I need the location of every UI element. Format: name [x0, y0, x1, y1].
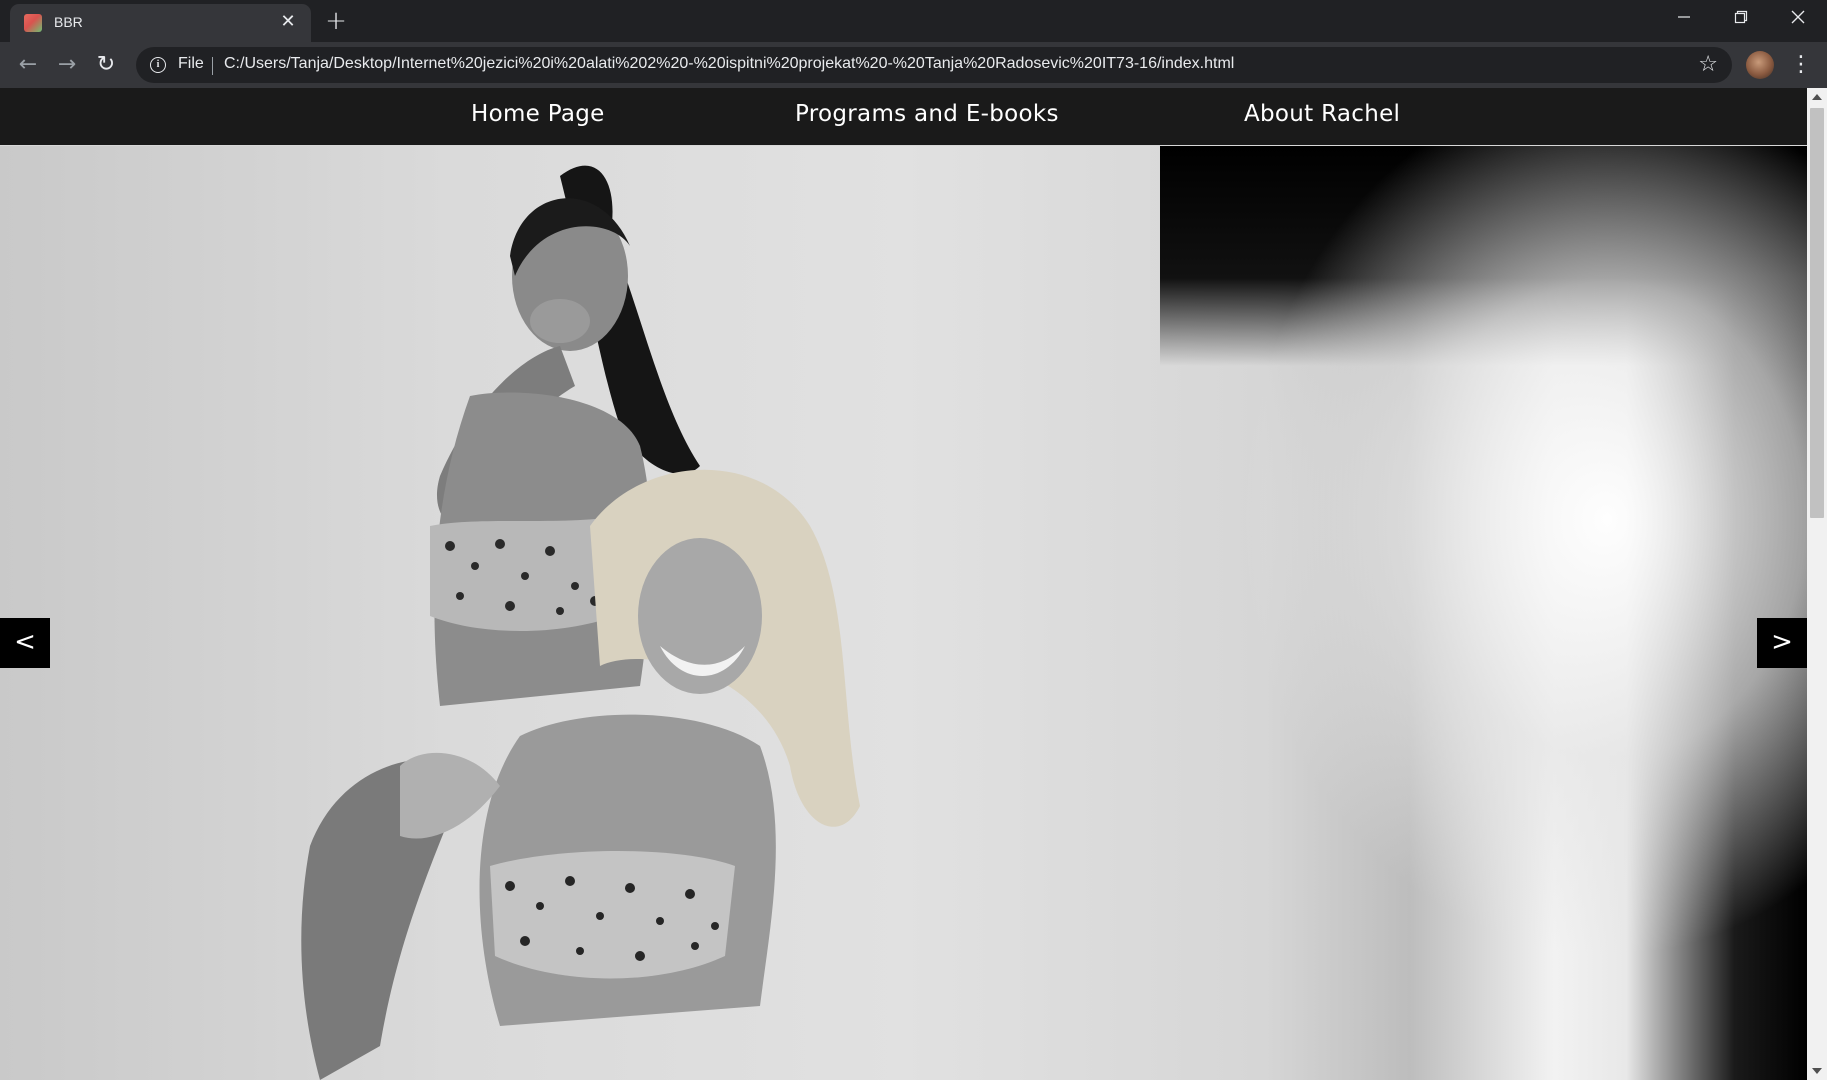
slider-next-button[interactable]: >: [1757, 618, 1807, 668]
scroll-down-arrow-icon[interactable]: [1812, 1068, 1822, 1074]
forward-icon[interactable]: →: [53, 51, 81, 79]
url-scheme: File: [178, 55, 204, 72]
browser-tabstrip: BBR ✕ +: [0, 0, 1827, 42]
hero-photo-figures: [301, 165, 860, 1080]
page-scrollbar[interactable]: [1807, 88, 1827, 1080]
menu-kebab-icon[interactable]: ⋮: [1790, 51, 1812, 79]
nav-about-rachel[interactable]: About Rachel: [1244, 101, 1400, 127]
bookmark-star-icon[interactable]: ☆: [1698, 52, 1718, 77]
back-icon[interactable]: ←: [14, 51, 42, 79]
new-tab-icon[interactable]: +: [322, 8, 350, 36]
slider-prev-button[interactable]: <: [0, 618, 50, 668]
minimize-icon[interactable]: [1656, 0, 1712, 40]
page-viewport: Home Page Programs and E-books About Rac…: [0, 88, 1807, 1080]
nav-programs-ebooks[interactable]: Programs and E-books: [795, 101, 1059, 127]
tab-title: BBR: [54, 14, 83, 30]
favicon-icon: [24, 14, 42, 32]
browser-toolbar: ← → ↻ i File C:/Users/Tanja/Desktop/Inte…: [0, 42, 1827, 88]
info-icon[interactable]: i: [150, 57, 166, 73]
nav-home-page[interactable]: Home Page: [471, 101, 605, 127]
address-bar[interactable]: i File C:/Users/Tanja/Desktop/Internet%2…: [136, 47, 1732, 83]
site-navbar: Home Page Programs and E-books About Rac…: [0, 88, 1807, 146]
browser-tab[interactable]: BBR ✕: [10, 4, 311, 42]
restore-icon[interactable]: [1713, 0, 1769, 40]
window-close-icon[interactable]: [1770, 0, 1826, 40]
reload-icon[interactable]: ↻: [92, 51, 120, 79]
hero-slide-image: [0, 146, 1807, 1080]
scroll-thumb[interactable]: [1810, 108, 1824, 518]
profile-avatar[interactable]: [1746, 51, 1774, 79]
url-separator: [212, 57, 213, 75]
tab-close-icon[interactable]: ✕: [277, 11, 299, 33]
url-text[interactable]: C:/Users/Tanja/Desktop/Internet%20jezici…: [224, 55, 1234, 73]
scroll-up-arrow-icon[interactable]: [1812, 94, 1822, 100]
